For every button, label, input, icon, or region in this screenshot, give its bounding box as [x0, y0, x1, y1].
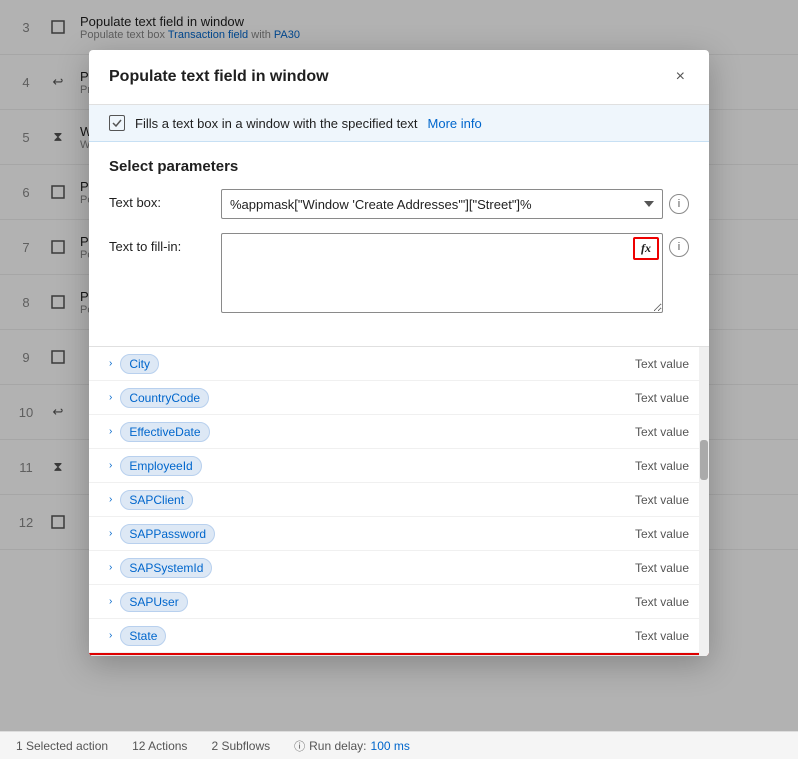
subflows-label: 2 Subflows — [211, 739, 270, 753]
variable-type: Text value — [635, 595, 689, 609]
variable-row[interactable]: ›StreetText value — [89, 653, 709, 656]
variable-row[interactable]: › SAPClient Text value — [89, 483, 709, 517]
chevron-right-icon: › — [109, 392, 112, 403]
variable-row[interactable]: › State Text value — [89, 619, 709, 653]
info-text: Fills a text box in a window with the sp… — [135, 116, 418, 131]
run-delay-label: Run delay: — [309, 739, 366, 753]
actions-label: 12 Actions — [132, 739, 187, 753]
chevron-right-icon: › — [109, 460, 112, 471]
variable-type: Text value — [635, 561, 689, 575]
chevron-right-icon: › — [109, 528, 112, 539]
textbox-info-button[interactable]: i — [669, 194, 689, 214]
variable-badge: SAPPassword — [120, 524, 215, 544]
variable-row[interactable]: › CountryCode Text value — [89, 381, 709, 415]
subflows-status: 2 Subflows — [211, 739, 270, 753]
form-section: Select parameters Text box: %appmask["Wi… — [89, 142, 709, 346]
variable-badge: City — [120, 354, 159, 374]
variables-section: › City Text value › CountryCode Text value › Ef… — [89, 346, 709, 656]
run-delay-value: 100 ms — [371, 739, 410, 753]
textbox-select[interactable]: %appmask["Window 'Create Addresses'"]["S… — [221, 189, 663, 219]
fx-button[interactable]: fx — [633, 237, 659, 260]
variable-type: Text value — [635, 629, 689, 643]
chevron-right-icon: › — [109, 358, 112, 369]
selected-action-status: 1 Selected action — [16, 739, 108, 753]
variable-row[interactable]: › City Text value — [89, 347, 709, 381]
variable-row[interactable]: › SAPSystemId Text value — [89, 551, 709, 585]
chevron-right-icon: › — [109, 630, 112, 641]
info-bar: Fills a text box in a window with the sp… — [89, 105, 709, 142]
scrollbar-thumb — [700, 440, 708, 480]
variable-row[interactable]: › EffectiveDate Text value — [89, 415, 709, 449]
modal-title: Populate text field in window — [109, 68, 329, 86]
textfill-label: Text to fill-in: — [109, 233, 209, 254]
chevron-right-icon: › — [109, 562, 112, 573]
status-bar: 1 Selected action 12 Actions 2 Subflows … — [0, 731, 798, 759]
modal-header: Populate text field in window × — [89, 50, 709, 105]
variable-row[interactable]: › SAPPassword Text value — [89, 517, 709, 551]
variable-badge: SAPSystemId — [120, 558, 212, 578]
actions-status: 12 Actions — [132, 739, 187, 753]
textbox-label: Text box: — [109, 189, 209, 210]
close-button[interactable]: × — [672, 64, 689, 90]
run-delay-status: ⓘ Run delay: 100 ms — [294, 738, 410, 754]
variable-badge: SAPClient — [120, 490, 193, 510]
modal-dialog: Populate text field in window × Fills a … — [89, 50, 709, 656]
textfill-row: Text to fill-in: fx i — [109, 233, 689, 316]
variable-badge: CountryCode — [120, 388, 209, 408]
variable-badge: EmployeeId — [120, 456, 201, 476]
selected-action-label: 1 Selected action — [16, 739, 108, 753]
chevron-right-icon: › — [109, 494, 112, 505]
variable-badge: State — [120, 626, 166, 646]
chevron-right-icon: › — [109, 596, 112, 607]
more-info-link[interactable]: More info — [428, 116, 482, 131]
section-title: Select parameters — [109, 158, 689, 175]
textbox-row: Text box: %appmask["Window 'Create Addre… — [109, 189, 689, 219]
variable-row[interactable]: › EmployeeId Text value — [89, 449, 709, 483]
chevron-right-icon: › — [109, 426, 112, 437]
variables-list: › City Text value › CountryCode Text value › Ef… — [89, 347, 709, 656]
variable-badge: EffectiveDate — [120, 422, 209, 442]
modal-overlay: Populate text field in window × Fills a … — [0, 0, 798, 759]
info-checkbox-icon — [109, 115, 125, 131]
variable-badge: SAPUser — [120, 592, 187, 612]
variable-type: Text value — [635, 459, 689, 473]
variable-type: Text value — [635, 527, 689, 541]
variable-type: Text value — [635, 391, 689, 405]
variable-type: Text value — [635, 425, 689, 439]
scrollbar[interactable] — [699, 347, 709, 656]
variable-row[interactable]: › SAPUser Text value — [89, 585, 709, 619]
variable-type: Text value — [635, 493, 689, 507]
run-delay-icon: ⓘ — [294, 738, 305, 754]
variable-type: Text value — [635, 357, 689, 371]
textfill-input[interactable] — [221, 233, 663, 313]
textfill-info-button[interactable]: i — [669, 237, 689, 257]
